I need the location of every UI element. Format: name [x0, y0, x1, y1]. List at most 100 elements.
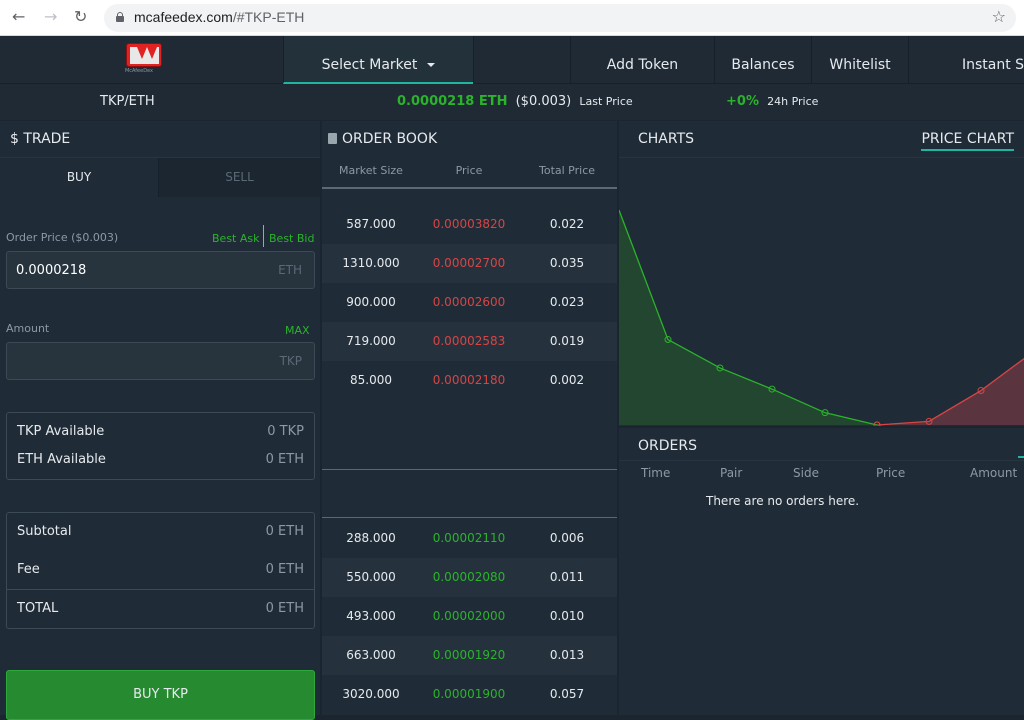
charts-panel: CHARTS PRICE CHART	[619, 121, 1024, 426]
eth-available-row: ETH Available 0 ETH	[17, 452, 304, 467]
price-cell: 0.00002180	[432, 373, 506, 387]
browser-toolbar: ← → ↻ mcafeedex.com/#TKP-ETH ☆	[0, 0, 1024, 36]
trade-panel: $ TRADE BUY SELL Order Price ($0.003) Be…	[0, 121, 320, 720]
total-row: TOTAL 0 ETH	[17, 601, 304, 616]
amount-input[interactable]: TKP	[6, 342, 315, 380]
ask-row[interactable]: 85.000 0.00002180 0.002	[322, 361, 617, 400]
market-size-cell: 550.000	[346, 570, 396, 584]
available-balances: TKP Available 0 TKP ETH Available 0 ETH	[6, 412, 315, 480]
spread-divider-bottom	[322, 517, 617, 518]
empty-orders-message: There are no orders here.	[706, 494, 860, 508]
eth-available-label: ETH Available	[17, 452, 106, 467]
column-time: Time	[641, 466, 671, 480]
orders-panel: ORDERS Time Pair Side Price Amount There…	[619, 428, 1024, 715]
bid-row[interactable]: 550.000 0.00002080 0.011	[322, 558, 617, 597]
nav-instant-swap[interactable]: Instant Sw	[908, 36, 1024, 84]
bid-row[interactable]: 493.000 0.00002000 0.010	[322, 597, 617, 636]
reload-icon[interactable]: ↻	[74, 7, 87, 26]
price-cell: 0.00001920	[432, 648, 506, 662]
total-price-cell: 0.002	[549, 373, 585, 387]
price-change-pct: +0%	[726, 94, 759, 109]
tkp-available-row: TKP Available 0 TKP	[17, 424, 304, 439]
price-cell: 0.00002583	[432, 334, 506, 348]
market-size-cell: 493.000	[346, 609, 396, 623]
orders-tab-partial[interactable]	[1018, 438, 1024, 458]
market-size-cell: 587.000	[346, 217, 396, 231]
market-size-cell: 3020.000	[342, 687, 400, 701]
market-size-cell: 663.000	[346, 648, 396, 662]
back-arrow-icon[interactable]: ←	[12, 7, 25, 26]
tkp-available-label: TKP Available	[17, 424, 105, 439]
nav-add-token[interactable]: Add Token	[570, 36, 714, 84]
market-size-cell: 719.000	[346, 334, 396, 348]
order-price-input[interactable]: 0.0000218 ETH	[6, 251, 315, 289]
charts-title: CHARTS	[638, 131, 695, 147]
total-price-cell: 0.023	[549, 295, 585, 309]
price-change-label: 24h Price	[767, 95, 819, 108]
ask-row[interactable]: 719.000 0.00002583 0.019	[322, 322, 617, 361]
bids-area	[619, 210, 877, 425]
eth-available-value: 0 ETH	[265, 452, 304, 467]
amount-label: Amount	[6, 322, 50, 335]
logo[interactable]: McAfeeDex	[120, 43, 162, 75]
fee-value: 0 ETH	[265, 562, 304, 577]
column-pair: Pair	[720, 466, 743, 480]
price-cell: 0.00002110	[432, 531, 506, 545]
link-separator	[263, 225, 264, 247]
market-size-cell: 1310.000	[342, 256, 400, 270]
star-icon[interactable]: ☆	[992, 7, 1006, 26]
best-bid-link[interactable]: Best Bid	[269, 232, 314, 245]
ask-row[interactable]: 900.000 0.00002600 0.023	[322, 283, 617, 322]
best-ask-link[interactable]: Best Ask	[212, 232, 259, 245]
spread-divider-top	[322, 469, 617, 470]
tab-buy[interactable]: BUY	[0, 158, 158, 197]
total-price-cell: 0.035	[549, 256, 585, 270]
app-header: McAfeeDex Select Market Add Token Balanc…	[0, 36, 1024, 84]
bid-row[interactable]: 288.000 0.00002110 0.006	[322, 519, 617, 558]
subtotal-value: 0 ETH	[265, 524, 304, 539]
total-price-cell: 0.019	[549, 334, 585, 348]
last-price-usd: ($0.003)	[515, 94, 572, 109]
bid-row[interactable]: 3020.000 0.00001900 0.057	[322, 675, 617, 714]
column-total-price: Total Price	[538, 164, 596, 177]
total-price-cell: 0.057	[549, 687, 585, 701]
asks-area	[877, 358, 1024, 425]
buy-tkp-button[interactable]: BUY TKP	[6, 670, 315, 720]
select-market-dropdown[interactable]: Select Market	[283, 36, 473, 84]
ask-row[interactable]: 587.000 0.00003820 0.022	[322, 205, 617, 244]
order-price-unit: ETH	[278, 263, 302, 277]
total-price-cell: 0.013	[549, 648, 585, 662]
orders-title: ORDERS	[638, 438, 697, 454]
logo-text: McAfeeDex	[124, 68, 153, 74]
tab-price-chart[interactable]: PRICE CHART	[921, 131, 1014, 151]
nav-whitelist[interactable]: Whitelist	[811, 36, 908, 84]
tkp-available-value: 0 TKP	[267, 424, 304, 439]
price-cell: 0.00002600	[432, 295, 506, 309]
forward-arrow-icon[interactable]: →	[44, 7, 57, 26]
fee-label: Fee	[17, 562, 40, 577]
order-price-label: Order Price ($0.003)	[6, 231, 119, 244]
market-pair: TKP/ETH	[100, 94, 155, 109]
market-size-cell: 85.000	[350, 373, 392, 387]
url-text[interactable]: mcafeedex.com/#TKP-ETH	[134, 9, 304, 25]
last-price: 0.0000218 ETH ($0.003) Last Price	[397, 94, 633, 109]
price-cell: 0.00003820	[432, 217, 506, 231]
subtotal-label: Subtotal	[17, 524, 72, 539]
order-book-header: Market Size Price Total Price	[322, 158, 617, 189]
address-bar[interactable]: mcafeedex.com/#TKP-ETH ☆	[104, 4, 1016, 32]
depth-chart	[619, 209, 1024, 426]
order-book-title-text: ORDER BOOK	[342, 131, 438, 147]
bid-row[interactable]: 663.000 0.00001920 0.013	[322, 636, 617, 675]
total-price-cell: 0.022	[549, 217, 585, 231]
order-summary: Subtotal 0 ETH Fee 0 ETH TOTAL 0 ETH	[6, 512, 315, 629]
ask-row[interactable]: 1310.000 0.00002700 0.035	[322, 244, 617, 283]
max-link[interactable]: MAX	[285, 324, 310, 337]
subtotal-row: Subtotal 0 ETH	[17, 524, 304, 539]
lock-icon	[116, 12, 124, 22]
tab-sell[interactable]: SELL	[158, 158, 320, 197]
logo-mark-icon	[126, 43, 162, 67]
column-price: Price	[876, 466, 906, 480]
nav-balances[interactable]: Balances	[714, 36, 811, 84]
nav-spacer	[473, 36, 570, 84]
book-icon	[328, 133, 337, 144]
